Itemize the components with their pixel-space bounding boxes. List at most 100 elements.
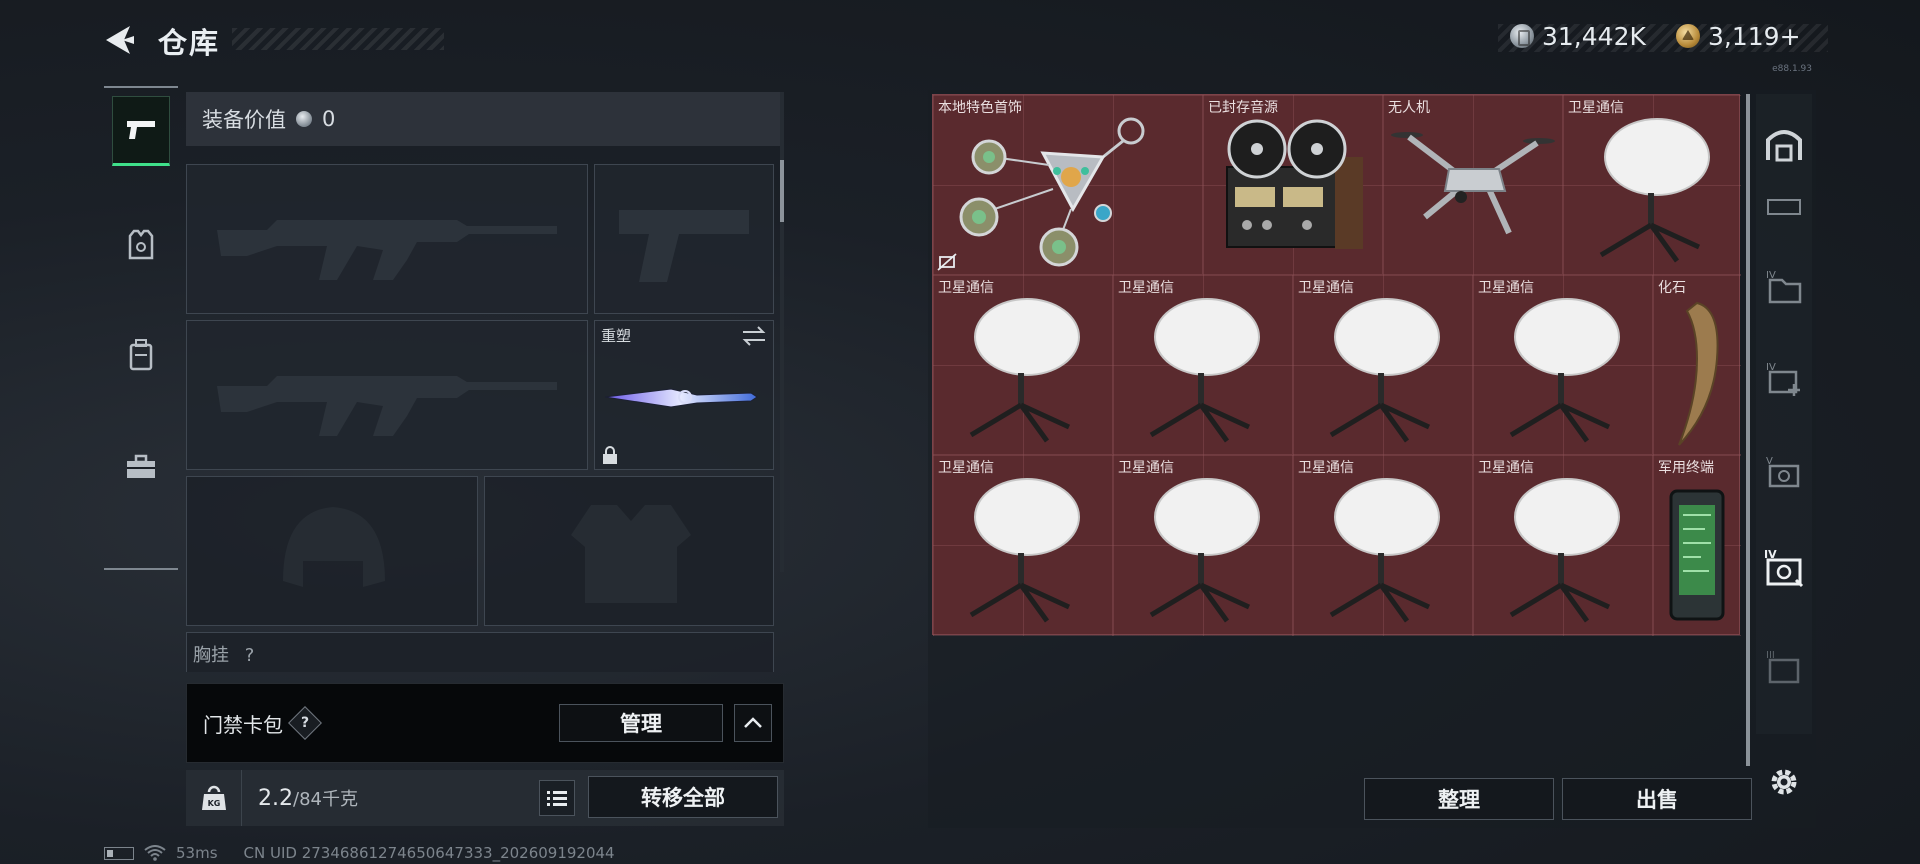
item-name: 化石 <box>1658 280 1686 296</box>
satellite-dish-icon <box>969 478 1080 623</box>
satellite-dish-icon <box>1329 478 1440 623</box>
item-name: 无人机 <box>1388 100 1430 116</box>
armor-vest-icon <box>128 229 154 260</box>
sell-button[interactable]: 出售 <box>1562 778 1752 820</box>
stash-item[interactable]: 本地特色首饰 <box>933 95 1203 275</box>
tab-stash-2[interactable]: IV <box>1762 258 1806 314</box>
stash-item[interactable]: 卫星通信 <box>1473 455 1653 636</box>
pistol-slot[interactable] <box>594 164 774 314</box>
melee-slot-label: 重塑 <box>601 327 632 345</box>
stash-page-tabs: IV IV V IV III <box>1756 94 1812 734</box>
no-insurance-icon <box>937 253 957 271</box>
loadout-category-tabs <box>104 86 178 570</box>
tab-stash-4[interactable]: V <box>1762 444 1806 500</box>
rifle-silhouette-icon <box>217 376 557 436</box>
loadout-scrollbar-thumb[interactable] <box>780 160 784 222</box>
tab-armor[interactable] <box>112 210 170 280</box>
battery-icon <box>104 846 134 860</box>
currency-gold[interactable]: 3,119+ <box>1676 20 1801 52</box>
value-coin-icon <box>296 111 312 127</box>
stash-item[interactable]: 卫星通信 <box>1563 95 1741 275</box>
system-status-bar: 53ms CN UID 27346861274650647333_2026091… <box>104 844 615 862</box>
tabs-divider-top <box>104 86 178 88</box>
tab-stash-main[interactable] <box>1762 116 1806 172</box>
item-name: 卫星通信 <box>938 280 994 296</box>
item-name: 卫星通信 <box>1298 280 1354 296</box>
stash-item[interactable]: 已封存音源 <box>1203 95 1383 275</box>
transfer-all-button[interactable]: 转移全部 <box>588 776 778 818</box>
stash-item[interactable]: 卫星通信 <box>1293 275 1473 455</box>
reel-to-reel-tape-icon <box>1226 119 1363 249</box>
secondary-weapon-slot[interactable] <box>186 320 588 470</box>
vest-silhouette-icon <box>571 505 691 603</box>
loadout-scrollbar[interactable] <box>780 92 784 572</box>
stash-item[interactable]: 卫星通信 <box>1113 455 1293 636</box>
stash-item[interactable]: 卫星通信 <box>933 455 1113 636</box>
collapse-button[interactable] <box>734 704 772 742</box>
primary-weapon-slot[interactable] <box>186 164 588 314</box>
stash-crate-icon: V <box>1766 456 1800 488</box>
equipment-value-amount: 0 <box>322 107 336 131</box>
user-uid: CN UID 27346861274650647333_202609192044 <box>243 844 615 862</box>
version-text: e88.1.93 <box>1772 64 1812 74</box>
stash-grid: 本地特色首饰 已封存音源 无人机 卫星通信 卫星通信 卫星通信 卫星通信 卫星通… <box>932 94 1741 636</box>
stash-item[interactable]: 无人机 <box>1383 95 1563 275</box>
sort-button[interactable]: 整理 <box>1364 778 1554 820</box>
satellite-dish-icon <box>1509 298 1620 443</box>
stash-box-icon <box>1767 199 1801 215</box>
tab-weapons[interactable] <box>112 96 170 166</box>
wifi-icon <box>144 845 166 861</box>
stash-item[interactable]: 化石 <box>1653 275 1741 455</box>
carry-weight-bar: KG 2.2/84千克 转移全部 <box>186 770 784 826</box>
swap-icon[interactable] <box>741 325 767 347</box>
kettlebell-kg-text: KG <box>207 799 220 808</box>
stash-scrollbar[interactable] <box>1746 94 1750 766</box>
keycard-bag-label: 门禁卡包 <box>203 712 283 737</box>
currency-silver-value: 31,442K <box>1542 21 1646 51</box>
drone-icon <box>1391 132 1555 235</box>
stash-folder-icon: IV <box>1766 270 1802 304</box>
body-armor-slot[interactable] <box>484 476 774 626</box>
satellite-dish-icon <box>1329 298 1440 443</box>
settings-button[interactable] <box>1764 762 1804 802</box>
currency-silver: 31,442K <box>1510 20 1646 52</box>
helmet-slot[interactable] <box>186 476 478 626</box>
stash-item[interactable]: 卫星通信 <box>1113 275 1293 455</box>
gear-icon <box>1771 769 1797 795</box>
warehouse-icon <box>1766 130 1802 162</box>
ping-value: 53ms <box>176 844 218 862</box>
stash-item[interactable]: 卫星通信 <box>1293 455 1473 636</box>
tab-toolbox[interactable] <box>112 432 170 502</box>
satellite-dish-icon <box>1149 298 1260 443</box>
satellite-dish-icon <box>1149 478 1260 623</box>
chest-rig-slot[interactable]: 胸挂 ? <box>186 632 774 672</box>
stash-item[interactable]: 卫星通信 <box>1473 275 1653 455</box>
stash-item[interactable]: 卫星通信 <box>933 275 1113 455</box>
tabs-divider-bottom <box>104 568 178 570</box>
pistol-icon <box>127 121 155 139</box>
stash-item[interactable]: 军用终端 <box>1653 455 1741 636</box>
item-name: 卫星通信 <box>1298 460 1354 476</box>
fossil-claw-icon <box>1678 301 1719 446</box>
tab-stash-3[interactable]: IV <box>1762 350 1806 406</box>
item-name: 卫星通信 <box>1478 280 1534 296</box>
keycard-bag-bar: 门禁卡包 ? 管理 <box>186 683 784 763</box>
back-button[interactable] <box>100 20 140 60</box>
chest-rig-count: ? <box>244 645 255 666</box>
tab-backpack[interactable] <box>112 320 170 390</box>
tab-stash-1[interactable] <box>1762 180 1806 236</box>
tab-stash-5-active[interactable]: IV <box>1762 540 1806 596</box>
manage-button[interactable]: 管理 <box>559 704 723 742</box>
weight-current-value: 2.2 <box>258 786 293 811</box>
equipment-value-label: 装备价值 <box>202 108 286 132</box>
stash-medkit-icon: IV <box>1766 362 1800 396</box>
chevron-up-icon <box>744 717 762 728</box>
stash-case-icon: III <box>1766 650 1800 684</box>
page-title: 仓库 <box>158 26 221 60</box>
melee-slot[interactable]: 重塑 <box>594 320 774 470</box>
help-icon[interactable]: ? <box>288 706 322 740</box>
tab-stash-6[interactable]: III <box>1762 638 1806 694</box>
helmet-silhouette-icon <box>283 507 385 587</box>
item-name: 卫星通信 <box>1568 100 1624 116</box>
list-view-button[interactable] <box>539 780 575 816</box>
